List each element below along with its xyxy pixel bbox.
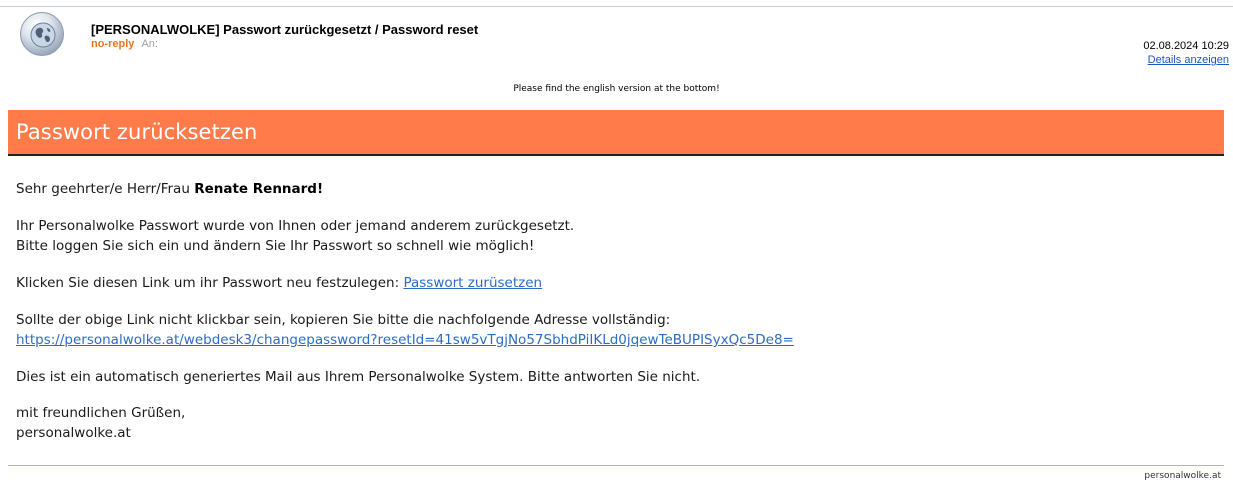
footer-divider — [8, 465, 1224, 466]
para1-line2: Bitte loggen Sie sich ein und ändern Sie… — [16, 238, 535, 254]
reset-link-prefix: Klicken Sie diesen Link um ihr Passwort … — [16, 275, 404, 291]
english-version-notice: Please find the english version at the b… — [513, 84, 720, 94]
to-label: An: — [141, 38, 158, 50]
email-date: 02.08.2024 10:29 — [1143, 40, 1229, 52]
title-banner: Passwort zurücksetzen — [8, 110, 1224, 154]
reset-password-link[interactable]: Passwort zurüsetzen — [403, 275, 542, 291]
banner-title: Passwort zurücksetzen — [16, 120, 258, 144]
show-details-link[interactable]: Details anzeigen — [1148, 54, 1229, 66]
para1-line1: Ihr Personalwolke Passwort wurde von Ihn… — [16, 218, 575, 234]
fallback-url-line: https://personalwolke.at/webdesk3/change… — [16, 332, 794, 348]
closing-line: mit freundlichen Grüßen, — [16, 405, 186, 421]
sender-line: no-reply An: — [91, 38, 158, 50]
recipient-name: Renate Rennard! — [194, 181, 324, 197]
fallback-url-link[interactable]: https://personalwolke.at/webdesk3/change… — [16, 332, 794, 348]
email-subject: [PERSONALWOLKE] Passwort zurückgesetzt /… — [91, 22, 479, 37]
sender-name[interactable]: no-reply — [91, 38, 134, 50]
banner-divider — [8, 154, 1224, 156]
footer-brand: personalwolke.at — [1144, 471, 1221, 481]
greeting-prefix: Sehr geehrter/e Herr/Frau — [16, 181, 195, 197]
header-top-divider — [0, 6, 1233, 7]
greeting: Sehr geehrter/e Herr/Frau Renate Rennard… — [16, 181, 323, 197]
sender-avatar[interactable] — [20, 12, 64, 56]
reset-link-paragraph: Klicken Sie diesen Link um ihr Passwort … — [16, 275, 542, 291]
globe-icon — [30, 22, 56, 48]
auto-generated-notice: Dies ist ein automatisch generiertes Mai… — [16, 369, 701, 385]
fallback-text: Sollte der obige Link nicht klickbar sei… — [16, 312, 671, 328]
signature: personalwolke.at — [16, 425, 131, 441]
